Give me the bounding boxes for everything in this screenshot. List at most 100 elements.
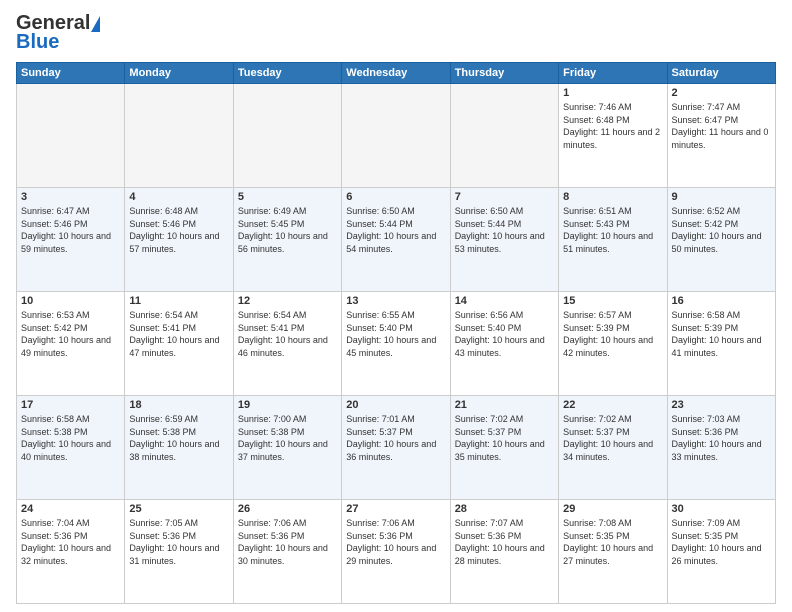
day-number: 16 <box>672 295 771 307</box>
header: General Blue <box>16 12 776 54</box>
day-cell: 18 Sunrise: 6:59 AMSunset: 5:38 PMDayligh… <box>125 396 233 500</box>
day-number: 9 <box>672 191 771 203</box>
day-info: Sunrise: 7:08 AMSunset: 5:35 PMDaylight:… <box>563 517 662 567</box>
day-number: 27 <box>346 503 445 515</box>
day-info: Sunrise: 6:48 AMSunset: 5:46 PMDaylight:… <box>129 205 228 255</box>
day-info: Sunrise: 7:03 AMSunset: 5:36 PMDaylight:… <box>672 413 771 463</box>
day-number: 15 <box>563 295 662 307</box>
day-cell <box>450 84 558 188</box>
day-info: Sunrise: 7:09 AMSunset: 5:35 PMDaylight:… <box>672 517 771 567</box>
day-info: Sunrise: 7:00 AMSunset: 5:38 PMDaylight:… <box>238 413 337 463</box>
logo: General Blue <box>16 12 100 54</box>
day-cell: 13 Sunrise: 6:55 AMSunset: 5:40 PMDayligh… <box>342 292 450 396</box>
day-cell: 7 Sunrise: 6:50 AMSunset: 5:44 PMDaylight… <box>450 188 558 292</box>
day-number: 14 <box>455 295 554 307</box>
weekday-header-saturday: Saturday <box>667 63 775 84</box>
day-cell <box>342 84 450 188</box>
day-number: 11 <box>129 295 228 307</box>
day-number: 8 <box>563 191 662 203</box>
day-info: Sunrise: 7:07 AMSunset: 5:36 PMDaylight:… <box>455 517 554 567</box>
day-info: Sunrise: 6:58 AMSunset: 5:39 PMDaylight:… <box>672 309 771 359</box>
day-cell: 28Sunrise: 7:07 AMSunset: 5:36 PMDayligh… <box>450 500 558 604</box>
day-cell: 17 Sunrise: 6:58 AMSunset: 5:38 PMDayligh… <box>17 396 125 500</box>
day-number: 7 <box>455 191 554 203</box>
day-number: 29 <box>563 503 662 515</box>
day-info: Sunrise: 7:46 AMSunset: 6:48 PMDaylight:… <box>563 101 662 151</box>
weekday-header-sunday: Sunday <box>17 63 125 84</box>
day-info: Sunrise: 7:47 AMSunset: 6:47 PMDaylight:… <box>672 101 771 151</box>
day-info: Sunrise: 6:50 AMSunset: 5:44 PMDaylight:… <box>455 205 554 255</box>
week-row-1: 1 Sunrise: 7:46 AMSunset: 6:48 PMDaylight… <box>17 84 776 188</box>
day-number: 17 <box>21 399 120 411</box>
weekday-header-wednesday: Wednesday <box>342 63 450 84</box>
day-number: 25 <box>129 503 228 515</box>
day-cell: 22 Sunrise: 7:02 AMSunset: 5:37 PMDayligh… <box>559 396 667 500</box>
day-cell: 4 Sunrise: 6:48 AMSunset: 5:46 PMDaylight… <box>125 188 233 292</box>
day-cell: 2 Sunrise: 7:47 AMSunset: 6:47 PMDaylight… <box>667 84 775 188</box>
day-number: 12 <box>238 295 337 307</box>
day-cell: 30 Sunrise: 7:09 AMSunset: 5:35 PMDayligh… <box>667 500 775 604</box>
day-info: Sunrise: 6:52 AMSunset: 5:42 PMDaylight:… <box>672 205 771 255</box>
weekday-header-monday: Monday <box>125 63 233 84</box>
day-number: 13 <box>346 295 445 307</box>
day-cell <box>233 84 341 188</box>
day-cell: 3Sunrise: 6:47 AMSunset: 5:46 PMDaylight… <box>17 188 125 292</box>
day-cell: 14 Sunrise: 6:56 AMSunset: 5:40 PMDayligh… <box>450 292 558 396</box>
day-number: 10 <box>21 295 120 307</box>
day-cell: 29 Sunrise: 7:08 AMSunset: 5:35 PMDayligh… <box>559 500 667 604</box>
day-cell <box>125 84 233 188</box>
day-info: Sunrise: 6:56 AMSunset: 5:40 PMDaylight:… <box>455 309 554 359</box>
day-number: 19 <box>238 399 337 411</box>
day-info: Sunrise: 6:55 AMSunset: 5:40 PMDaylight:… <box>346 309 445 359</box>
day-number: 5 <box>238 191 337 203</box>
day-cell: 20 Sunrise: 7:01 AMSunset: 5:37 PMDayligh… <box>342 396 450 500</box>
day-cell: 8 Sunrise: 6:51 AMSunset: 5:43 PMDaylight… <box>559 188 667 292</box>
day-cell: 6 Sunrise: 6:50 AMSunset: 5:44 PMDaylight… <box>342 188 450 292</box>
day-number: 26 <box>238 503 337 515</box>
logo-triangle-icon <box>91 16 100 32</box>
week-row-2: 3Sunrise: 6:47 AMSunset: 5:46 PMDaylight… <box>17 188 776 292</box>
day-info: Sunrise: 7:02 AMSunset: 5:37 PMDaylight:… <box>563 413 662 463</box>
day-number: 23 <box>672 399 771 411</box>
day-cell: 16 Sunrise: 6:58 AMSunset: 5:39 PMDayligh… <box>667 292 775 396</box>
day-number: 4 <box>129 191 228 203</box>
day-number: 22 <box>563 399 662 411</box>
day-info: Sunrise: 7:01 AMSunset: 5:37 PMDaylight:… <box>346 413 445 463</box>
day-info: Sunrise: 6:54 AMSunset: 5:41 PMDaylight:… <box>129 309 228 359</box>
weekday-header-row: SundayMondayTuesdayWednesdayThursdayFrid… <box>17 63 776 84</box>
day-info: Sunrise: 6:53 AMSunset: 5:42 PMDaylight:… <box>21 309 120 359</box>
day-cell: 27Sunrise: 7:06 AMSunset: 5:36 PMDayligh… <box>342 500 450 604</box>
day-number: 2 <box>672 87 771 99</box>
day-number: 20 <box>346 399 445 411</box>
day-info: Sunrise: 6:54 AMSunset: 5:41 PMDaylight:… <box>238 309 337 359</box>
day-cell: 15 Sunrise: 6:57 AMSunset: 5:39 PMDayligh… <box>559 292 667 396</box>
day-info: Sunrise: 6:50 AMSunset: 5:44 PMDaylight:… <box>346 205 445 255</box>
day-number: 1 <box>563 87 662 99</box>
day-info: Sunrise: 7:06 AMSunset: 5:36 PMDaylight:… <box>238 517 337 567</box>
day-cell <box>17 84 125 188</box>
day-cell: 9 Sunrise: 6:52 AMSunset: 5:42 PMDaylight… <box>667 188 775 292</box>
day-number: 6 <box>346 191 445 203</box>
day-cell: 21Sunrise: 7:02 AMSunset: 5:37 PMDayligh… <box>450 396 558 500</box>
day-cell: 5Sunrise: 6:49 AMSunset: 5:45 PMDaylight… <box>233 188 341 292</box>
day-number: 21 <box>455 399 554 411</box>
day-info: Sunrise: 6:51 AMSunset: 5:43 PMDaylight:… <box>563 205 662 255</box>
weekday-header-tuesday: Tuesday <box>233 63 341 84</box>
week-row-3: 10 Sunrise: 6:53 AMSunset: 5:42 PMDayligh… <box>17 292 776 396</box>
day-cell: 10 Sunrise: 6:53 AMSunset: 5:42 PMDayligh… <box>17 292 125 396</box>
day-number: 30 <box>672 503 771 515</box>
logo-blue-text: Blue <box>16 31 59 54</box>
day-info: Sunrise: 6:59 AMSunset: 5:38 PMDaylight:… <box>129 413 228 463</box>
day-info: Sunrise: 6:58 AMSunset: 5:38 PMDaylight:… <box>21 413 120 463</box>
week-row-5: 24 Sunrise: 7:04 AMSunset: 5:36 PMDayligh… <box>17 500 776 604</box>
day-info: Sunrise: 7:05 AMSunset: 5:36 PMDaylight:… <box>129 517 228 567</box>
day-info: Sunrise: 6:57 AMSunset: 5:39 PMDaylight:… <box>563 309 662 359</box>
week-row-4: 17 Sunrise: 6:58 AMSunset: 5:38 PMDayligh… <box>17 396 776 500</box>
day-cell: 12 Sunrise: 6:54 AMSunset: 5:41 PMDayligh… <box>233 292 341 396</box>
day-cell: 11 Sunrise: 6:54 AMSunset: 5:41 PMDayligh… <box>125 292 233 396</box>
page: General Blue SundayMondayTuesdayWednesda… <box>0 0 792 612</box>
day-cell: 23 Sunrise: 7:03 AMSunset: 5:36 PMDayligh… <box>667 396 775 500</box>
day-number: 24 <box>21 503 120 515</box>
day-number: 18 <box>129 399 228 411</box>
day-info: Sunrise: 7:04 AMSunset: 5:36 PMDaylight:… <box>21 517 120 567</box>
